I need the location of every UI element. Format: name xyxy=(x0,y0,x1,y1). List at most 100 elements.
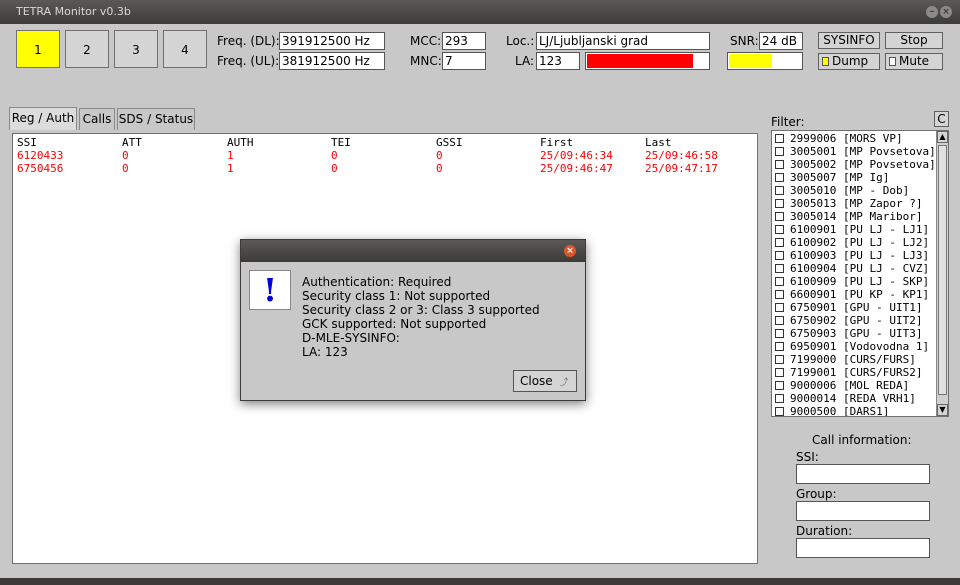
table-header-row: SSI ATT AUTH TEI GSSI First Last xyxy=(17,136,753,149)
filter-checkbox[interactable] xyxy=(775,368,784,377)
filter-list-item[interactable]: 6100904 [PU LJ - CVZ] xyxy=(775,262,929,275)
filter-list-item[interactable]: 6750903 [GPU - UIT3] xyxy=(775,327,922,340)
filter-list-item[interactable]: 2999006 [MORS VP] xyxy=(775,132,903,145)
dump-checkbox[interactable] xyxy=(822,57,829,66)
filter-checkbox[interactable] xyxy=(775,342,784,351)
scroll-up-icon[interactable]: ▲ xyxy=(937,131,948,143)
call-ssi-label: SSI: xyxy=(796,450,819,464)
snr-field[interactable]: 24 dB xyxy=(759,32,803,50)
filter-checkbox[interactable] xyxy=(775,355,784,364)
filter-checkbox[interactable] xyxy=(775,394,784,403)
channel-button-1[interactable]: 1 xyxy=(16,30,60,68)
freq-ul-field[interactable]: 381912500 Hz xyxy=(279,52,385,70)
filter-list-item[interactable]: 7199001 [CURS/FURS2] xyxy=(775,366,922,379)
window-bottom-border xyxy=(0,578,960,585)
channel-button-4[interactable]: 4 xyxy=(163,30,207,68)
close-icon[interactable]: × xyxy=(940,6,952,18)
sysinfo-button[interactable]: SYSINFO xyxy=(818,32,880,49)
column-header: First xyxy=(540,136,574,149)
dialog-titlebar[interactable]: × xyxy=(241,240,585,262)
stop-button[interactable]: Stop xyxy=(885,32,943,49)
filter-list-item[interactable]: 6100901 [PU LJ - LJ1] xyxy=(775,223,929,236)
mcc-field[interactable]: 293 xyxy=(442,32,486,50)
dump-toggle[interactable]: Dump xyxy=(818,53,880,70)
filter-list-item[interactable]: 9000006 [MOL REDA] xyxy=(775,379,909,392)
filter-list-item[interactable]: 6100903 [PU LJ - LJ3] xyxy=(775,249,929,262)
tab-reg-auth[interactable]: Reg / Auth xyxy=(9,107,77,130)
window-titlebar[interactable]: TETRA Monitor v0.3b – × xyxy=(0,0,960,24)
filter-list-item[interactable]: 3005002 [MP Povsetova] xyxy=(775,158,936,171)
filter-list-item[interactable]: 9000500 [DARS1] xyxy=(775,405,889,416)
filter-list-item[interactable]: 6750902 [GPU - UIT2] xyxy=(775,314,922,327)
exclamation-icon: ! xyxy=(249,270,291,310)
filter-checkbox[interactable] xyxy=(775,134,784,143)
scroll-down-icon[interactable]: ▼ xyxy=(937,404,948,416)
filter-checkbox[interactable] xyxy=(775,173,784,182)
filter-list-item[interactable]: 3005013 [MP Zapor ?] xyxy=(775,197,922,210)
mute-toggle[interactable]: Mute xyxy=(885,53,943,70)
cell-last: 25/09:47:17 xyxy=(645,162,718,175)
filter-checkbox[interactable] xyxy=(775,199,784,208)
location-field[interactable]: LJ/Ljubljanski grad xyxy=(536,32,710,50)
filter-list-item[interactable]: 9000014 [REDA VRH1] xyxy=(775,392,916,405)
filter-checkbox[interactable] xyxy=(775,212,784,221)
cell-first: 25/09:46:47 xyxy=(540,162,613,175)
channel-button-2[interactable]: 2 xyxy=(65,30,109,68)
tab-sds-status[interactable]: SDS / Status xyxy=(117,108,195,130)
filter-list-item[interactable]: 6600901 [PU KP - KP1] xyxy=(775,288,929,301)
filter-list-item[interactable]: 6100902 [PU LJ - LJ2] xyxy=(775,236,929,249)
filter-checkbox[interactable] xyxy=(775,381,784,390)
filter-checkbox[interactable] xyxy=(775,407,784,416)
tab-calls[interactable]: Calls xyxy=(79,108,115,130)
filter-list-item[interactable]: 3005001 [MP Povsetova] xyxy=(775,145,936,158)
filter-checkbox[interactable] xyxy=(775,186,784,195)
filter-list[interactable]: ▲ ▼ 2999006 [MORS VP] 3005001 [MP Povseto… xyxy=(771,130,949,417)
snr-label: SNR: xyxy=(730,34,759,48)
channel-label: 4 xyxy=(181,43,189,57)
dialog-close-label: Close xyxy=(520,374,553,388)
filter-scrollbar[interactable]: ▲ ▼ xyxy=(936,131,948,416)
filter-checkbox[interactable] xyxy=(775,251,784,260)
filter-list-item[interactable]: 3005014 [MP Maribor] xyxy=(775,210,922,223)
filter-checkbox[interactable] xyxy=(775,316,784,325)
scroll-thumb[interactable] xyxy=(938,145,947,395)
call-duration-field[interactable] xyxy=(796,538,930,558)
filter-item-label: 6100904 [PU LJ - CVZ] xyxy=(790,262,930,275)
filter-list-item[interactable]: 3005007 [MP Ig] xyxy=(775,171,889,184)
dialog-close-icon[interactable]: × xyxy=(564,245,576,257)
call-group-field[interactable] xyxy=(796,501,930,521)
call-info-title: Call information: xyxy=(812,433,912,447)
filter-clear-button[interactable]: C xyxy=(934,111,949,127)
filter-checkbox[interactable] xyxy=(775,277,784,286)
channel-button-3[interactable]: 3 xyxy=(114,30,158,68)
filter-checkbox[interactable] xyxy=(775,290,784,299)
call-duration-label: Duration: xyxy=(796,524,853,538)
mute-checkbox[interactable] xyxy=(889,57,896,66)
filter-list-item[interactable]: 7199000 [CURS/FURS] xyxy=(775,353,916,366)
sysinfo-dialog[interactable]: × ! Authentication: Required Security cl… xyxy=(240,239,586,401)
filter-list-item[interactable]: 6950901 [Vodovodna 1] xyxy=(775,340,929,353)
filter-checkbox[interactable] xyxy=(775,147,784,156)
filter-checkbox[interactable] xyxy=(775,303,784,312)
mnc-field[interactable]: 7 xyxy=(442,52,486,70)
minimize-icon[interactable]: – xyxy=(926,6,938,18)
filter-list-item[interactable]: 3005010 [MP - Dob] xyxy=(775,184,909,197)
table-row[interactable]: 6120433 0 1 0 0 25/09:46:34 25/09:46:58 xyxy=(17,149,753,162)
table-row[interactable]: 6750456 0 1 0 0 25/09:46:47 25/09:47:17 xyxy=(17,162,753,175)
filter-list-item[interactable]: 6750901 [GPU - UIT1] xyxy=(775,301,922,314)
freq-dl-field[interactable]: 391912500 Hz xyxy=(279,32,385,50)
la-field[interactable]: 123 xyxy=(536,52,580,70)
filter-list-item[interactable]: 6100909 [PU LJ - SKP] xyxy=(775,275,929,288)
filter-item-label: 6100901 [PU LJ - LJ1] xyxy=(790,223,930,236)
filter-item-label: 6100903 [PU LJ - LJ3] xyxy=(790,249,930,262)
call-ssi-field[interactable] xyxy=(796,464,930,484)
cell-att: 0 xyxy=(122,149,129,162)
filter-checkbox[interactable] xyxy=(775,238,784,247)
dialog-line: Security class 1: Not supported xyxy=(302,289,491,303)
cell-ssi: 6750456 xyxy=(17,162,64,175)
filter-checkbox[interactable] xyxy=(775,225,784,234)
dialog-close-button[interactable]: Close ⤴ xyxy=(513,370,577,392)
filter-checkbox[interactable] xyxy=(775,160,784,169)
filter-checkbox[interactable] xyxy=(775,264,784,273)
filter-checkbox[interactable] xyxy=(775,329,784,338)
